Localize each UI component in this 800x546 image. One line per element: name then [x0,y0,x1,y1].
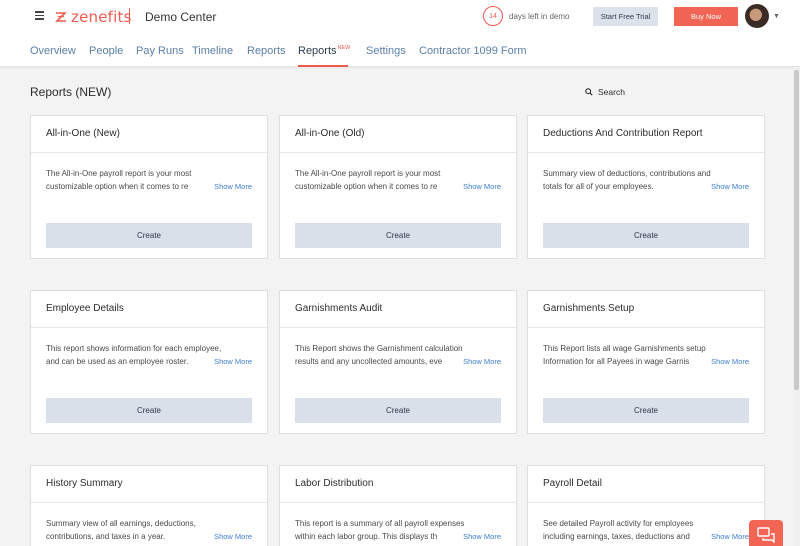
show-more-link[interactable]: Show More [461,182,501,191]
card-body: The All-in-One payroll report is your mo… [280,153,516,218]
show-more-link[interactable]: Show More [212,357,252,366]
search-button[interactable]: Search [585,87,625,97]
new-badge: NEW [337,45,351,51]
card-description-line: This report shows information for each e… [46,344,222,353]
tab-people[interactable]: People [89,45,123,57]
card-description-line: The All-in-One payroll report is your mo… [46,169,192,178]
chevron-down-icon[interactable]: ▼ [773,13,780,20]
company-name: Demo Center [145,10,217,24]
show-more-link[interactable]: Show More [709,532,749,541]
tab-contractor-1099-form[interactable]: Contractor 1099 Form [419,45,527,57]
tab-timeline[interactable]: Timeline [192,45,233,57]
card-title: All-in-One (New) [31,116,267,153]
report-card-labor-distribution: Labor Distribution This report is a summ… [279,465,517,546]
show-more-link[interactable]: Show More [212,182,252,191]
show-more-link[interactable]: Show More [212,532,252,541]
create-button[interactable]: Create [46,398,252,423]
start-free-trial-button[interactable]: Start Free Trial [593,7,658,26]
card-body: This report shows information for each e… [31,328,267,393]
tab-reports-new[interactable]: ReportsNEW [298,45,350,57]
zenefits-logo-icon [55,12,67,22]
tab-reports[interactable]: Reports [247,45,286,57]
show-more-link[interactable]: Show More [709,357,749,366]
report-card-all-in-one-old: All-in-One (Old) The All-in-One payroll … [279,115,517,259]
card-body: Summary view of all earnings, deductions… [31,503,267,546]
report-card-deductions-contribution: Deductions And Contribution Report Summa… [527,115,765,259]
chat-button[interactable] [749,520,783,546]
zenefits-logo[interactable]: zenefits [54,8,132,26]
buy-now-button[interactable]: Buy Now [674,7,738,26]
card-description-line: Summary view of deductions, contribution… [543,169,711,178]
page-title: Reports (NEW) [30,85,112,99]
card-description-line: and can be used as an employee roster. [46,357,189,366]
logo-text: zenefits [71,8,132,26]
card-body: The All-in-One payroll report is your mo… [31,153,267,218]
create-button[interactable]: Create [543,223,749,248]
trial-days-badge: 14 [483,6,503,26]
scrollbar-thumb[interactable] [794,70,799,390]
create-button[interactable]: Create [295,398,501,423]
card-title: All-in-One (Old) [280,116,516,153]
show-more-link[interactable]: Show More [709,182,749,191]
card-body: This Report lists all wage Garnishments … [528,328,764,393]
chat-icon [757,527,775,543]
card-description-line: This report is a summary of all payroll … [295,519,465,528]
card-body: This report is a summary of all payroll … [280,503,516,546]
card-description-line: including earnings, taxes, deductions an… [543,532,690,541]
card-title: Employee Details [31,291,267,328]
report-card-garnishments-audit: Garnishments Audit This Report shows the… [279,290,517,434]
tab-overview[interactable]: Overview [30,45,76,57]
card-title: Garnishments Setup [528,291,764,328]
report-card-garnishments-setup: Garnishments Setup This Report lists all… [527,290,765,434]
card-title: Payroll Detail [528,466,764,503]
trial-days-text: days left in demo [509,12,570,21]
card-description-line: customizable option when it comes to re [46,182,189,191]
card-title: Labor Distribution [280,466,516,503]
tab-settings[interactable]: Settings [366,45,406,57]
card-description-line: results and any uncollected amounts, eve [295,357,443,366]
report-card-history-summary: History Summary Summary view of all earn… [30,465,268,546]
show-more-link[interactable]: Show More [461,357,501,366]
nav-tabs: Overview People Pay Runs Timeline Report… [0,34,800,67]
card-description-line: contributions, and taxes in a year. [46,532,166,541]
card-description-line: customizable option when it comes to re [295,182,438,191]
card-body: Summary view of deductions, contribution… [528,153,764,218]
card-title: Garnishments Audit [280,291,516,328]
search-icon [585,88,593,96]
card-body: This Report shows the Garnishment calcul… [280,328,516,393]
report-card-all-in-one-new: All-in-One (New) The All-in-One payroll … [30,115,268,259]
top-bar: zenefits Demo Center 14 days left in dem… [0,0,800,34]
active-tab-indicator [298,65,348,67]
create-button[interactable]: Create [46,223,252,248]
menu-icon[interactable] [35,11,44,20]
avatar[interactable] [745,4,769,28]
card-description-line: totals for all of your employees. [543,182,654,191]
tab-reports-new-label: Reports [298,45,337,57]
search-label: Search [598,87,625,97]
card-body: See detailed Payroll activity for employ… [528,503,764,546]
trial-days-count: 14 [489,12,497,20]
card-description-line: within each labor group. This displays t… [295,532,438,541]
card-description-line: Information for all Payees in wage Garni… [543,357,690,366]
create-button[interactable]: Create [295,223,501,248]
card-description-line: The All-in-One payroll report is your mo… [295,169,441,178]
header-divider [129,8,130,24]
card-description-line: This Report lists all wage Garnishments … [543,344,706,353]
card-description-line: Summary view of all earnings, deductions… [46,519,196,528]
tab-pay-runs[interactable]: Pay Runs [136,45,184,57]
show-more-link[interactable]: Show More [461,532,501,541]
create-button[interactable]: Create [543,398,749,423]
report-card-payroll-detail: Payroll Detail See detailed Payroll acti… [527,465,765,546]
card-title: History Summary [31,466,267,503]
card-description-line: See detailed Payroll activity for employ… [543,519,694,528]
report-card-employee-details: Employee Details This report shows infor… [30,290,268,434]
card-description-line: This Report shows the Garnishment calcul… [295,344,463,353]
card-title: Deductions And Contribution Report [528,116,764,153]
